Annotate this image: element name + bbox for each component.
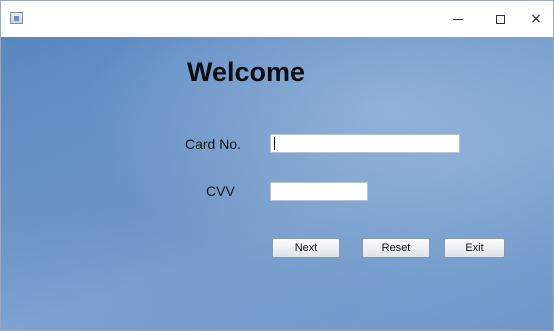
exit-button[interactable]: Exit bbox=[444, 238, 505, 258]
close-icon: × bbox=[530, 11, 542, 27]
minimize-icon bbox=[453, 18, 463, 20]
cvv-input[interactable] bbox=[270, 182, 368, 201]
next-button[interactable]: Next bbox=[272, 238, 340, 258]
card-number-label: Card No. bbox=[185, 136, 242, 152]
java-app-icon bbox=[10, 12, 23, 24]
content-panel: Welcome Card No. CVV Next Reset Exit bbox=[1, 37, 553, 330]
reset-button[interactable]: Reset bbox=[362, 238, 430, 258]
app-window: × Welcome Card No. CVV Next Reset Exit bbox=[0, 0, 554, 331]
cvv-label: CVV bbox=[206, 183, 235, 199]
minimize-button[interactable] bbox=[437, 1, 479, 37]
text-caret bbox=[274, 137, 275, 150]
welcome-heading: Welcome bbox=[187, 57, 306, 87]
title-bar[interactable]: × bbox=[1, 1, 553, 37]
card-number-input[interactable] bbox=[270, 134, 460, 153]
close-button[interactable]: × bbox=[515, 1, 554, 37]
maximize-icon bbox=[495, 14, 505, 24]
